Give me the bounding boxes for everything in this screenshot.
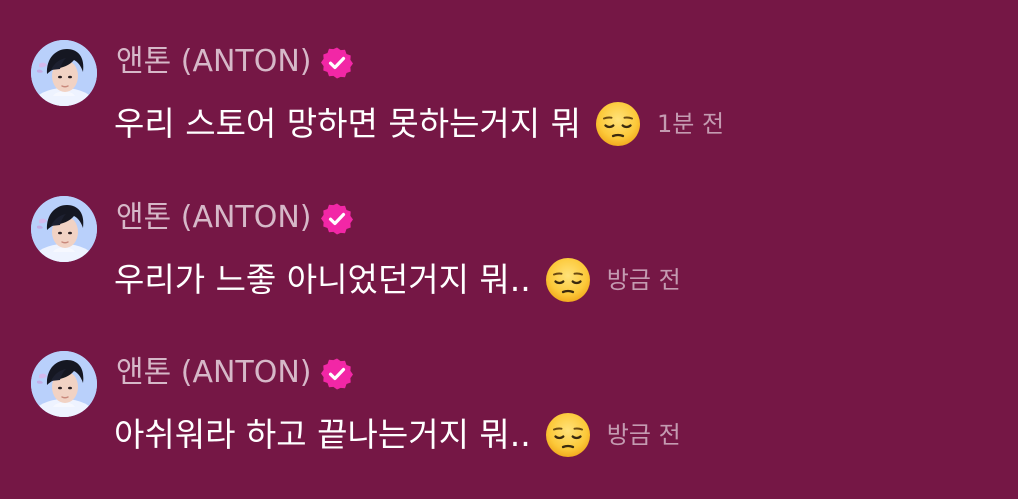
verified-badge-icon xyxy=(320,46,354,80)
sender-name[interactable]: 앤톤 (ANTON) xyxy=(116,198,312,238)
avatar[interactable] xyxy=(31,40,97,106)
sender-row: 앤톤 (ANTON) xyxy=(116,353,354,393)
avatar[interactable] xyxy=(31,351,97,417)
avatar-image xyxy=(31,351,97,417)
message-text: 우리가 느좋 아니었던거지 뭐.. xyxy=(114,260,531,299)
message-timestamp: 1분 전 xyxy=(657,110,725,138)
message-body-row: 우리 스토어 망하면 못하는거지 뭐 1분 전 xyxy=(114,100,724,148)
chat-message: 앤톤 (ANTON) 우리가 느좋 아니었던거지 뭐.. 방금 전 xyxy=(0,194,1018,344)
chat-message: 앤톤 (ANTON) 우리 스토어 망하면 못하는거지 뭐 1분 전 xyxy=(0,38,1018,188)
avatar-image xyxy=(31,40,97,106)
message-text: 아쉬워라 하고 끝나는거지 뭐.. xyxy=(114,415,531,454)
sender-name[interactable]: 앤톤 (ANTON) xyxy=(116,42,312,82)
chat-feed: 앤톤 (ANTON) 우리 스토어 망하면 못하는거지 뭐 1분 전 앤톤 (A… xyxy=(0,0,1018,494)
pensive-face-emoji xyxy=(595,101,641,147)
sender-row: 앤톤 (ANTON) xyxy=(116,42,354,82)
pensive-face-emoji xyxy=(545,412,591,458)
sender-name[interactable]: 앤톤 (ANTON) xyxy=(116,353,312,393)
verified-badge-icon xyxy=(320,202,354,236)
message-body-row: 아쉬워라 하고 끝나는거지 뭐.. 방금 전 xyxy=(114,411,681,459)
message-timestamp: 방금 전 xyxy=(606,421,681,449)
pensive-face-emoji xyxy=(545,257,591,303)
sender-row: 앤톤 (ANTON) xyxy=(116,198,354,238)
message-text: 우리 스토어 망하면 못하는거지 뭐 xyxy=(114,104,581,143)
avatar[interactable] xyxy=(31,196,97,262)
chat-message: 앤톤 (ANTON) 아쉬워라 하고 끝나는거지 뭐.. 방금 전 xyxy=(0,349,1018,499)
message-body-row: 우리가 느좋 아니었던거지 뭐.. 방금 전 xyxy=(114,256,681,304)
message-timestamp: 방금 전 xyxy=(606,266,681,294)
verified-badge-icon xyxy=(320,357,354,391)
avatar-image xyxy=(31,196,97,262)
